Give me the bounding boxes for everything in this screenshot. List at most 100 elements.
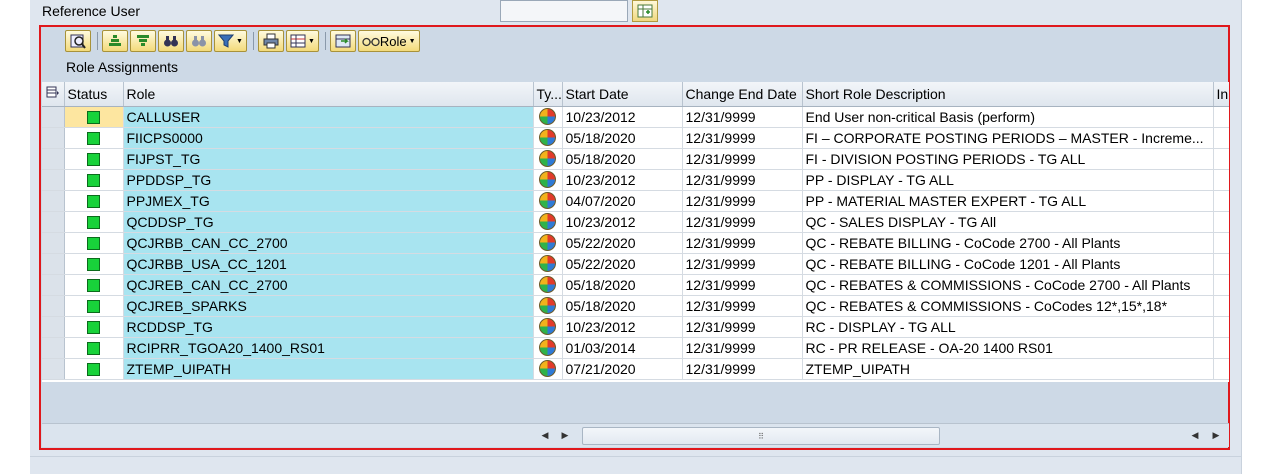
column-header-type[interactable]: Ty... — [533, 82, 563, 107]
role-menu-button[interactable]: Role ▼ — [357, 30, 420, 52]
change-end-date-cell[interactable]: 12/31/9999 — [682, 253, 803, 275]
table-row[interactable]: ZTEMP_UIPATH 07/21/2020 12/31/9999 ZTEMP_UI… — [42, 358, 1229, 380]
row-selector[interactable] — [42, 190, 65, 212]
row-selector[interactable] — [42, 253, 65, 275]
column-header-start-date[interactable]: Start Date — [562, 82, 683, 107]
short-role-description-cell[interactable]: End User non-critical Basis (perform) — [802, 106, 1214, 128]
table-row[interactable]: RCIPRR_TGOA20_1400_RS01 01/03/2014 12/31/9… — [42, 337, 1229, 359]
table-row[interactable]: PPDDSP_TG 10/23/2012 12/31/9999 PP - DISPLA… — [42, 169, 1229, 191]
find-button[interactable] — [158, 30, 184, 52]
role-cell[interactable]: FIJPST_TG — [123, 148, 534, 170]
start-date-cell[interactable]: 05/18/2020 — [562, 148, 683, 170]
role-cell[interactable]: CALLUSER — [123, 106, 534, 128]
start-date-cell[interactable]: 05/18/2020 — [562, 295, 683, 317]
reference-user-details-button[interactable] — [632, 0, 658, 22]
change-end-date-cell[interactable]: 12/31/9999 — [682, 169, 803, 191]
change-end-date-cell[interactable]: 12/31/9999 — [682, 316, 803, 338]
change-end-date-cell[interactable]: 12/31/9999 — [682, 106, 803, 128]
role-cell[interactable]: RCDDSP_TG — [123, 316, 534, 338]
start-date-cell[interactable]: 05/22/2020 — [562, 253, 683, 275]
start-date-cell[interactable]: 10/23/2012 — [562, 169, 683, 191]
sort-ascending-button[interactable] — [102, 30, 128, 52]
column-header-change-end-date[interactable]: Change End Date — [682, 82, 803, 107]
table-row[interactable]: FIJPST_TG 05/18/2020 12/31/9999 FI - DIVISI… — [42, 148, 1229, 170]
short-role-description-cell[interactable]: QC - REBATES & COMMISSIONS - CoCodes 12*… — [802, 295, 1214, 317]
table-row[interactable]: QCJRBB_USA_CC_1201 05/22/2020 12/31/9999 QC… — [42, 253, 1229, 275]
column-header-indirect[interactable]: In — [1213, 82, 1229, 107]
role-cell[interactable]: ZTEMP_UIPATH — [123, 358, 534, 380]
scroll-right-end-button[interactable]: ▶ — [1208, 427, 1224, 443]
row-selector[interactable] — [42, 148, 65, 170]
export-button[interactable] — [329, 30, 356, 52]
row-selector[interactable] — [42, 295, 65, 317]
role-cell[interactable]: RCIPRR_TGOA20_1400_RS01 — [123, 337, 534, 359]
short-role-description-cell[interactable]: ZTEMP_UIPATH — [802, 358, 1214, 380]
change-end-date-cell[interactable]: 12/31/9999 — [682, 274, 803, 296]
column-header-short-role-description[interactable]: Short Role Description — [802, 82, 1214, 107]
role-cell[interactable]: QCJRBB_USA_CC_1201 — [123, 253, 534, 275]
role-cell[interactable]: PPJMEX_TG — [123, 190, 534, 212]
scroll-left-end-button[interactable]: ◀ — [1187, 427, 1203, 443]
table-row[interactable]: PPJMEX_TG 04/07/2020 12/31/9999 PP - MATERI… — [42, 190, 1229, 212]
role-cell[interactable]: QCJRBB_CAN_CC_2700 — [123, 232, 534, 254]
column-header-status[interactable]: Status — [64, 82, 124, 107]
start-date-cell[interactable]: 05/18/2020 — [562, 127, 683, 149]
change-end-date-cell[interactable]: 12/31/9999 — [682, 337, 803, 359]
scroll-left-button[interactable]: ◀ — [537, 427, 553, 443]
find-next-button[interactable] — [186, 30, 212, 52]
row-selector[interactable] — [42, 211, 65, 233]
scroll-right-button[interactable]: ▶ — [557, 427, 573, 443]
change-end-date-cell[interactable]: 12/31/9999 — [682, 211, 803, 233]
filter-button[interactable]: ▼ — [214, 30, 247, 52]
start-date-cell[interactable]: 07/21/2020 — [562, 358, 683, 380]
row-selector[interactable] — [42, 316, 65, 338]
start-date-cell[interactable]: 10/23/2012 — [562, 316, 683, 338]
layout-button[interactable]: ▼ — [285, 30, 319, 52]
start-date-cell[interactable]: 05/22/2020 — [562, 232, 683, 254]
start-date-cell[interactable]: 05/18/2020 — [562, 274, 683, 296]
horizontal-scrollbar-thumb[interactable]: ⠿ — [582, 427, 940, 445]
short-role-description-cell[interactable]: QC - REBATE BILLING - CoCode 2700 - All … — [802, 232, 1214, 254]
column-header-role[interactable]: Role — [123, 82, 534, 107]
role-cell[interactable]: QCDDSP_TG — [123, 211, 534, 233]
short-role-description-cell[interactable]: QC - SALES DISPLAY - TG All — [802, 211, 1214, 233]
table-row[interactable]: QCDDSP_TG 10/23/2012 12/31/9999 QC - SALES … — [42, 211, 1229, 233]
table-row[interactable]: RCDDSP_TG 10/23/2012 12/31/9999 RC - DISPLA… — [42, 316, 1229, 338]
change-end-date-cell[interactable]: 12/31/9999 — [682, 190, 803, 212]
row-selector[interactable] — [42, 274, 65, 296]
short-role-description-cell[interactable]: QC - REBATE BILLING - CoCode 1201 - All … — [802, 253, 1214, 275]
row-selector[interactable] — [42, 127, 65, 149]
role-cell[interactable]: QCJREB_CAN_CC_2700 — [123, 274, 534, 296]
short-role-description-cell[interactable]: QC - REBATES & COMMISSIONS - CoCode 2700… — [802, 274, 1214, 296]
short-role-description-cell[interactable]: PP - DISPLAY - TG ALL — [802, 169, 1214, 191]
row-selector[interactable] — [42, 232, 65, 254]
short-role-description-cell[interactable]: FI - DIVISION POSTING PERIODS - TG ALL — [802, 148, 1214, 170]
change-end-date-cell[interactable]: 12/31/9999 — [682, 358, 803, 380]
start-date-cell[interactable]: 04/07/2020 — [562, 190, 683, 212]
start-date-cell[interactable]: 10/23/2012 — [562, 106, 683, 128]
reference-user-input[interactable] — [500, 0, 628, 22]
role-cell[interactable]: QCJREB_SPARKS — [123, 295, 534, 317]
change-end-date-cell[interactable]: 12/31/9999 — [682, 148, 803, 170]
table-row[interactable]: QCJREB_SPARKS 05/18/2020 12/31/9999 QC - RE… — [42, 295, 1229, 317]
row-selector[interactable] — [42, 169, 65, 191]
role-cell[interactable]: FIICPS0000 — [123, 127, 534, 149]
short-role-description-cell[interactable]: FI – CORPORATE POSTING PERIODS – MASTER … — [802, 127, 1214, 149]
select-all-button[interactable] — [42, 82, 65, 107]
details-button[interactable] — [65, 30, 91, 52]
short-role-description-cell[interactable]: PP - MATERIAL MASTER EXPERT - TG ALL — [802, 190, 1214, 212]
table-row[interactable]: QCJRBB_CAN_CC_2700 05/22/2020 12/31/9999 QC… — [42, 232, 1229, 254]
row-selector[interactable] — [42, 106, 65, 128]
short-role-description-cell[interactable]: RC - DISPLAY - TG ALL — [802, 316, 1214, 338]
change-end-date-cell[interactable]: 12/31/9999 — [682, 127, 803, 149]
change-end-date-cell[interactable]: 12/31/9999 — [682, 295, 803, 317]
table-row[interactable]: FIICPS0000 05/18/2020 12/31/9999 FI – CORPO… — [42, 127, 1229, 149]
start-date-cell[interactable]: 10/23/2012 — [562, 211, 683, 233]
start-date-cell[interactable]: 01/03/2014 — [562, 337, 683, 359]
sort-descending-button[interactable] — [130, 30, 156, 52]
role-cell[interactable]: PPDDSP_TG — [123, 169, 534, 191]
change-end-date-cell[interactable]: 12/31/9999 — [682, 232, 803, 254]
row-selector[interactable] — [42, 358, 65, 380]
table-row[interactable]: CALLUSER 10/23/2012 12/31/9999 End User non… — [42, 106, 1229, 128]
table-row[interactable]: QCJREB_CAN_CC_2700 05/18/2020 12/31/9999 QC… — [42, 274, 1229, 296]
